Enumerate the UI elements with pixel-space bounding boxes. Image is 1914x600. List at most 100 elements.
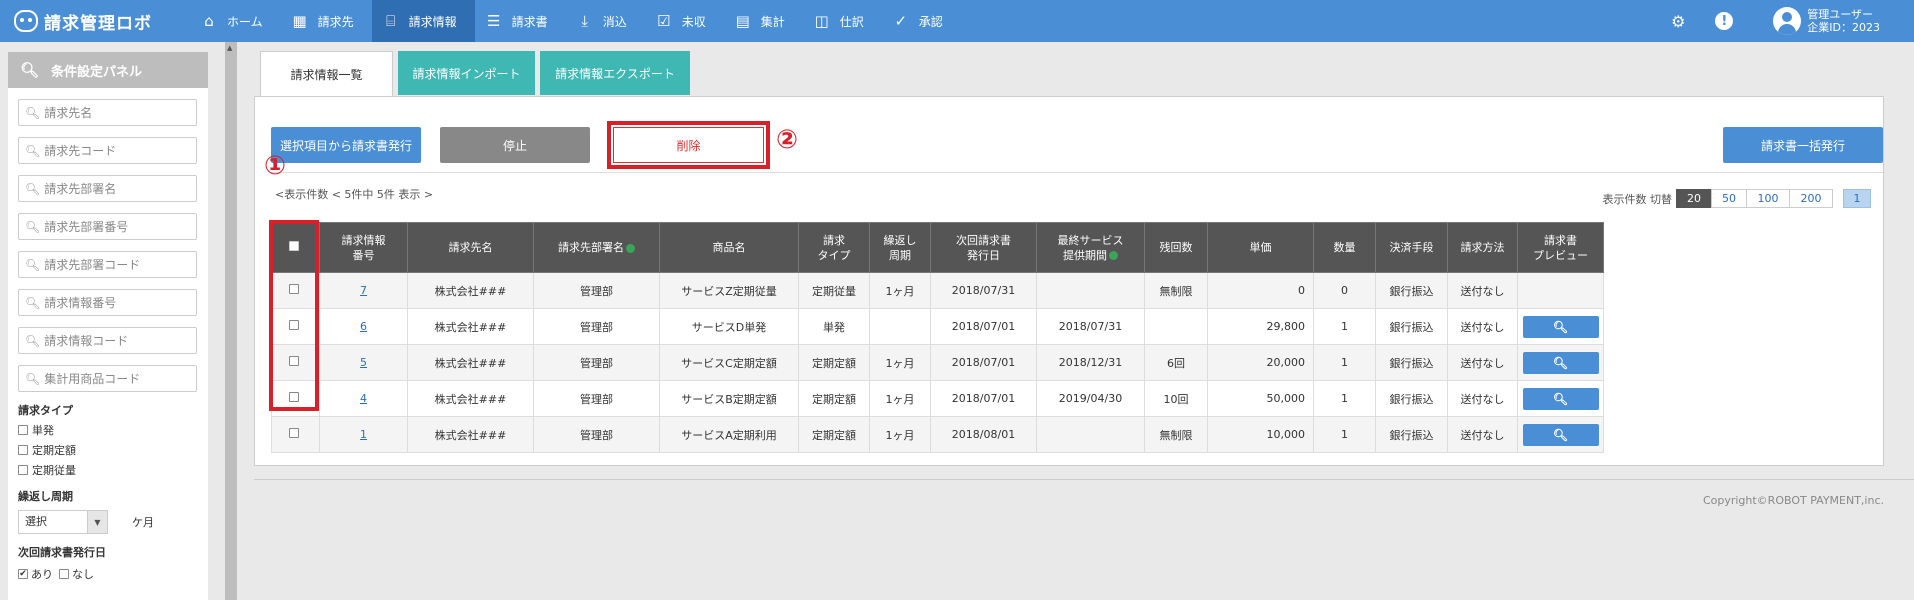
tab-billing-import[interactable]: 請求情報インポート bbox=[398, 51, 535, 95]
delete-button[interactable]: 削除 bbox=[613, 127, 764, 163]
preview-button[interactable]: 🔍︎ bbox=[1522, 351, 1599, 374]
nav-item-3[interactable]: ☰ 請求書 bbox=[475, 0, 566, 42]
robot-logo-icon bbox=[14, 10, 38, 32]
cell-remaining bbox=[1144, 308, 1208, 345]
filter-panel-header[interactable]: 🔍︎ 条件設定パネル bbox=[8, 52, 208, 88]
filter-input-2[interactable]: 🔍︎ 請求先部署名 bbox=[18, 175, 197, 202]
cell-payment: 銀行振込 bbox=[1375, 380, 1448, 417]
preview-button[interactable]: 🔍︎ bbox=[1522, 315, 1599, 338]
user-menu[interactable]: 管理ユーザー 企業ID：2023 bbox=[1773, 7, 1880, 35]
next-date-checkbox[interactable] bbox=[18, 569, 28, 579]
search-icon: 🔍︎ bbox=[20, 61, 40, 79]
nav-item-0[interactable]: ⌂ ホーム bbox=[190, 0, 281, 42]
cell-payment: 銀行振込 bbox=[1375, 416, 1448, 453]
user-name: 管理ユーザー bbox=[1807, 8, 1874, 21]
row-checkbox-cell[interactable] bbox=[271, 416, 320, 453]
collapse-arrow-icon[interactable]: ▲ bbox=[227, 44, 232, 52]
billing-id-link[interactable]: 7 bbox=[360, 284, 367, 297]
filter-input-1[interactable]: 🔍︎ 請求先コード bbox=[18, 137, 197, 164]
stop-button[interactable]: 停止 bbox=[440, 127, 590, 163]
filter-input-0[interactable]: 🔍︎ 請求先名 bbox=[18, 99, 197, 126]
panel-splitter[interactable]: ▲ bbox=[225, 42, 237, 600]
per-page-switcher: 表示件数 切替 20 50 100 200 1 bbox=[1603, 189, 1871, 208]
table-row[interactable]: 1 株式会社### 管理部 サービスA定期利用 定期定額 1ヶ月 2018/08/01 無制限… bbox=[271, 416, 1604, 453]
download-icon: ⤓ bbox=[581, 12, 588, 30]
checkbox[interactable] bbox=[18, 425, 28, 435]
info-alert-icon[interactable]: ! bbox=[1715, 12, 1734, 30]
nav-item-6[interactable]: ▤ 集計 bbox=[724, 0, 803, 42]
preview-button[interactable]: 🔍︎ bbox=[1522, 423, 1599, 446]
preview-button[interactable]: 🔍︎ bbox=[1522, 387, 1599, 410]
column-header: 数量 bbox=[1313, 222, 1376, 273]
page-button[interactable]: 1 bbox=[1843, 189, 1871, 208]
cycle-select[interactable]: 選択 ▼ bbox=[18, 510, 108, 534]
book-icon: ◫ bbox=[814, 12, 829, 30]
billing-type-option[interactable]: 単発 bbox=[18, 422, 198, 438]
next-date-label: 次回請求書発行日 bbox=[18, 546, 106, 559]
search-icon: 🔍︎ bbox=[25, 333, 41, 348]
cell-type: 定期定額 bbox=[798, 416, 870, 453]
row-checkbox[interactable] bbox=[288, 428, 299, 438]
cycle-select-value: 選択 bbox=[25, 515, 47, 528]
column-header: 請求情報 番号 bbox=[319, 222, 408, 273]
billing-id-link[interactable]: 5 bbox=[360, 356, 367, 369]
table-row[interactable]: 5 株式会社### 管理部 サービスC定期定額 定期定額 1ヶ月 2018/07/01 201… bbox=[271, 344, 1604, 381]
cell-product: サービスA定期利用 bbox=[659, 416, 799, 453]
cell-method: 送付なし bbox=[1447, 344, 1518, 381]
billing-id-link[interactable]: 1 bbox=[360, 428, 367, 441]
home-icon: ⌂ bbox=[204, 12, 214, 30]
info-dot-icon[interactable] bbox=[1109, 251, 1118, 260]
cell-qty: 1 bbox=[1313, 380, 1376, 417]
tab-billing-export[interactable]: 請求情報エクスポート bbox=[540, 51, 690, 95]
issue-selected-button[interactable]: 選択項目から請求書発行 bbox=[271, 127, 421, 163]
per-page-option[interactable]: 50 bbox=[1711, 189, 1747, 208]
tab-billing-list[interactable]: 請求情報一覧 bbox=[260, 51, 393, 96]
nav-item-label: 集計 bbox=[760, 14, 785, 29]
nav-item-4[interactable]: ⤓ 消込 bbox=[566, 0, 645, 42]
filter-input-5[interactable]: 🔍︎ 請求情報番号 bbox=[18, 289, 197, 316]
cell-last: 2018/12/31 bbox=[1036, 344, 1145, 381]
cell-method: 送付なし bbox=[1447, 272, 1518, 309]
nav-item-2[interactable]: ⌸ 請求情報 bbox=[371, 0, 475, 42]
checkbox[interactable] bbox=[18, 465, 28, 475]
cell-qty: 1 bbox=[1313, 416, 1376, 453]
column-header: 請求方法 bbox=[1447, 222, 1518, 273]
cell-customer: 株式会社### bbox=[407, 308, 534, 345]
billing-type-option[interactable]: 定期定額 bbox=[18, 442, 198, 458]
nav-item-1[interactable]: ▦ 請求先 bbox=[281, 0, 372, 42]
filter-input-6[interactable]: 🔍︎ 請求情報コード bbox=[18, 327, 197, 354]
billing-id-link[interactable]: 6 bbox=[360, 320, 367, 333]
nav-item-label: 仕訳 bbox=[839, 14, 864, 29]
billing-type-option[interactable]: 定期従量 bbox=[18, 462, 198, 478]
per-page-option[interactable]: 20 bbox=[1676, 189, 1712, 208]
per-page-option[interactable]: 100 bbox=[1746, 189, 1790, 208]
cell-preview bbox=[1517, 272, 1604, 309]
cell-last bbox=[1036, 416, 1145, 453]
filter-input-7[interactable]: 🔍︎ 集計用商品コード bbox=[18, 365, 197, 392]
filter-panel-title: 条件設定パネル bbox=[51, 64, 143, 80]
bulk-issue-button[interactable]: 請求書一括発行 bbox=[1723, 127, 1883, 163]
next-date-checkbox[interactable] bbox=[59, 569, 69, 579]
cell-type: 定期定額 bbox=[798, 344, 870, 381]
filter-input-placeholder: 請求先コード bbox=[44, 144, 117, 158]
table-row[interactable]: 4 株式会社### 管理部 サービスB定期定額 定期定額 1ヶ月 2018/07/01 201… bbox=[271, 380, 1604, 417]
table-row[interactable]: 6 株式会社### 管理部 サービスD単発 単発 2018/07/01 2018/07/31… bbox=[271, 308, 1604, 345]
column-header: 決済手段 bbox=[1375, 222, 1448, 273]
nav-item-5[interactable]: ☑ 未収 bbox=[645, 0, 724, 42]
check-circle-icon: ✓ bbox=[894, 12, 908, 30]
checkbox[interactable] bbox=[18, 445, 28, 455]
nav-item-8[interactable]: ✓ 承認 bbox=[882, 0, 961, 42]
column-header: 最終サービス 提供期間 bbox=[1036, 222, 1145, 273]
per-page-option[interactable]: 200 bbox=[1789, 189, 1833, 208]
info-dot-icon[interactable] bbox=[626, 243, 635, 253]
table-row[interactable]: 7 株式会社### 管理部 サービスZ定期従量 定期従量 1ヶ月 2018/07/31 無制限… bbox=[271, 272, 1604, 309]
app-logo[interactable]: 請求管理ロボ bbox=[0, 9, 190, 34]
gear-icon[interactable]: ⚙ bbox=[1667, 10, 1689, 32]
cycle-label: 繰返し周期 bbox=[18, 490, 73, 503]
nav-item-7[interactable]: ◫ 仕訳 bbox=[803, 0, 882, 42]
main-nav: ⌂ ホーム ▦ 請求先 ⌸ 請求情報 ☰ 請求書 ⤓ 消込 ☑ 未収 ▤ 集計 ◫ 仕訳 ✓ 承認 bbox=[190, 0, 961, 42]
filter-input-3[interactable]: 🔍︎ 請求先部署番号 bbox=[18, 213, 197, 240]
billing-id-link[interactable]: 4 bbox=[360, 392, 367, 405]
cell-next: 2018/07/01 bbox=[930, 344, 1037, 381]
filter-input-4[interactable]: 🔍︎ 請求先部署コード bbox=[18, 251, 197, 278]
